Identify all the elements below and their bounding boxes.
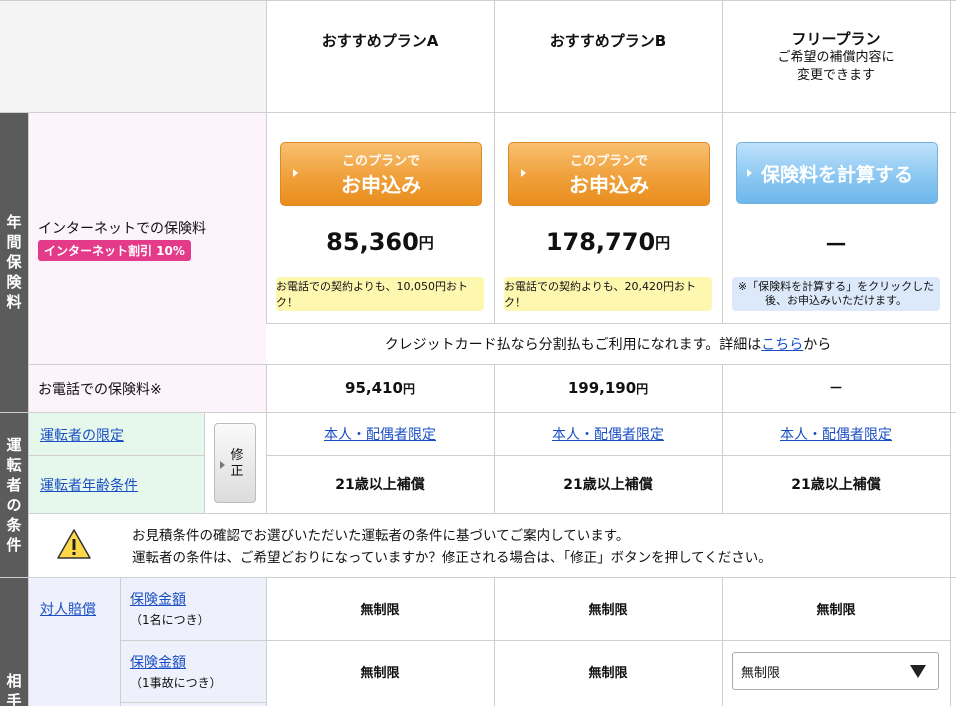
- driver-limit-link[interactable]: 運転者の限定: [40, 425, 124, 445]
- plan-a-title: おすすめプランA: [321, 31, 439, 50]
- phone-price-b: 199,190 円: [567, 379, 649, 397]
- divider: [120, 640, 950, 641]
- credit-card-info: クレジットカード払なら分割払もご利用になれます。詳細は こちら から: [266, 323, 950, 364]
- bodily-injury-link[interactable]: 対人賠償: [40, 599, 96, 619]
- internet-price-free: －: [824, 230, 848, 259]
- notice-text: お見積条件の確認でお選びいただいた運転者の条件に基づいてご案内しています。 運転…: [132, 525, 950, 569]
- divider: [266, 364, 267, 513]
- divider: [266, 455, 950, 456]
- calculate-note: ※「保険料を計算する」をクリックした 後、お申込みいただけます。: [732, 277, 940, 311]
- divider: [120, 702, 266, 703]
- divider: [120, 577, 121, 706]
- divider: [950, 0, 951, 706]
- internet-discount-badge: インターネット割引 10%: [38, 240, 191, 261]
- free-plan-header: フリープラン ご希望の補償内容に 変更できます: [722, 28, 950, 85]
- divider: [266, 0, 267, 323]
- warning-icon: [57, 529, 91, 559]
- driver-age-link[interactable]: 運転者年齢条件: [40, 475, 138, 495]
- details-link[interactable]: こちら: [761, 334, 803, 354]
- arrow-right-icon: [220, 461, 225, 469]
- internet-fee-label-cell: [28, 112, 266, 364]
- arrow-right-icon: [521, 169, 526, 177]
- amount-per-accident-link[interactable]: 保険金額: [130, 652, 222, 672]
- amount-per-person-link[interactable]: 保険金額: [130, 589, 210, 609]
- internet-price-a: 85,360 円: [326, 228, 434, 256]
- plan-b-title: おすすめプランB: [549, 31, 667, 50]
- section-opponent: 相 手: [0, 577, 28, 710]
- divider: [494, 0, 495, 323]
- divider: [266, 577, 267, 706]
- plan-comparison-table: おすすめプランA おすすめプランB フリープラン ご希望の補償内容に 変更できま…: [0, 0, 956, 710]
- bodily-b-2: 無制限: [588, 665, 628, 681]
- bodily-b-1: 無制限: [588, 603, 628, 618]
- driver-limit-free[interactable]: 本人・配偶者限定: [722, 412, 950, 455]
- internet-price-b: 178,770 円: [545, 228, 671, 256]
- divider: [0, 0, 956, 1]
- divider: [266, 323, 950, 324]
- bodily-free-1: 無制限: [816, 603, 856, 618]
- divider: [28, 513, 950, 514]
- notice-line-1: お見積条件の確認でお選びいただいた運転者の条件に基づいてご案内しています。: [132, 528, 630, 544]
- divider: [0, 577, 956, 578]
- free-plan-title: フリープラン: [791, 30, 881, 48]
- section-annual-fee: 年 間 保 険 料: [0, 112, 28, 412]
- bodily-free-2-select[interactable]: 無制限: [732, 652, 939, 690]
- plan-b-header: おすすめプランB: [494, 0, 722, 80]
- bodily-a-2: 無制限: [360, 665, 400, 681]
- phone-fee-label: お電話での保険料※: [38, 382, 162, 398]
- apply-plan-a-button[interactable]: このプランで お申込み: [280, 142, 482, 206]
- caret-down-icon: [910, 665, 926, 678]
- apply-plan-b-button[interactable]: このプランで お申込み: [508, 142, 710, 206]
- divider: [722, 0, 723, 323]
- bodily-label-cell: [28, 577, 120, 706]
- internet-fee-label: インターネットでの保険料: [38, 221, 206, 237]
- bodily-amount-2: 保険金額 （1事故につき）: [130, 652, 222, 691]
- edit-driver-button[interactable]: 修正: [214, 423, 256, 503]
- phone-price-a: 95,410 円: [345, 379, 415, 397]
- driver-limit-a[interactable]: 本人・配偶者限定: [266, 412, 494, 455]
- header-corner: [0, 0, 266, 112]
- divider: [0, 412, 956, 413]
- savings-note-a: お電話での契約よりも、10,050円おトク！: [276, 277, 484, 311]
- arrow-right-icon: [293, 169, 298, 177]
- divider: [722, 577, 723, 706]
- divider: [204, 412, 205, 513]
- divider: [722, 364, 723, 513]
- section-driver-conditions: 運 転 者 の 条 件: [0, 412, 28, 577]
- plan-a-header: おすすめプランA: [266, 0, 494, 80]
- phone-price-free: －: [829, 381, 843, 397]
- arrow-right-icon: [747, 169, 752, 177]
- divider: [28, 112, 29, 706]
- divider: [28, 455, 204, 456]
- free-plan-subtitle-1: ご希望の補償内容に: [777, 50, 895, 65]
- divider: [28, 364, 950, 365]
- bodily-a-1: 無制限: [360, 603, 400, 618]
- bodily-amount-1: 保険金額 （1名につき）: [130, 589, 210, 628]
- notice-line-2: 運転者の条件は、ご希望どおりになっていますか？修正される場合は、「修正」ボタンを…: [132, 550, 772, 566]
- driver-age-b: 21歳以上補償: [563, 477, 653, 493]
- free-plan-subtitle-2: 変更できます: [796, 68, 875, 83]
- driver-age-a: 21歳以上補償: [335, 477, 425, 493]
- divider: [494, 577, 495, 706]
- savings-note-b: お電話での契約よりも、20,420円おトク！: [504, 277, 712, 311]
- divider: [0, 112, 956, 113]
- calculate-premium-button[interactable]: 保険料を計算する: [736, 142, 938, 204]
- divider: [494, 364, 495, 513]
- driver-age-free: 21歳以上補償: [791, 477, 881, 493]
- driver-limit-b[interactable]: 本人・配偶者限定: [494, 412, 722, 455]
